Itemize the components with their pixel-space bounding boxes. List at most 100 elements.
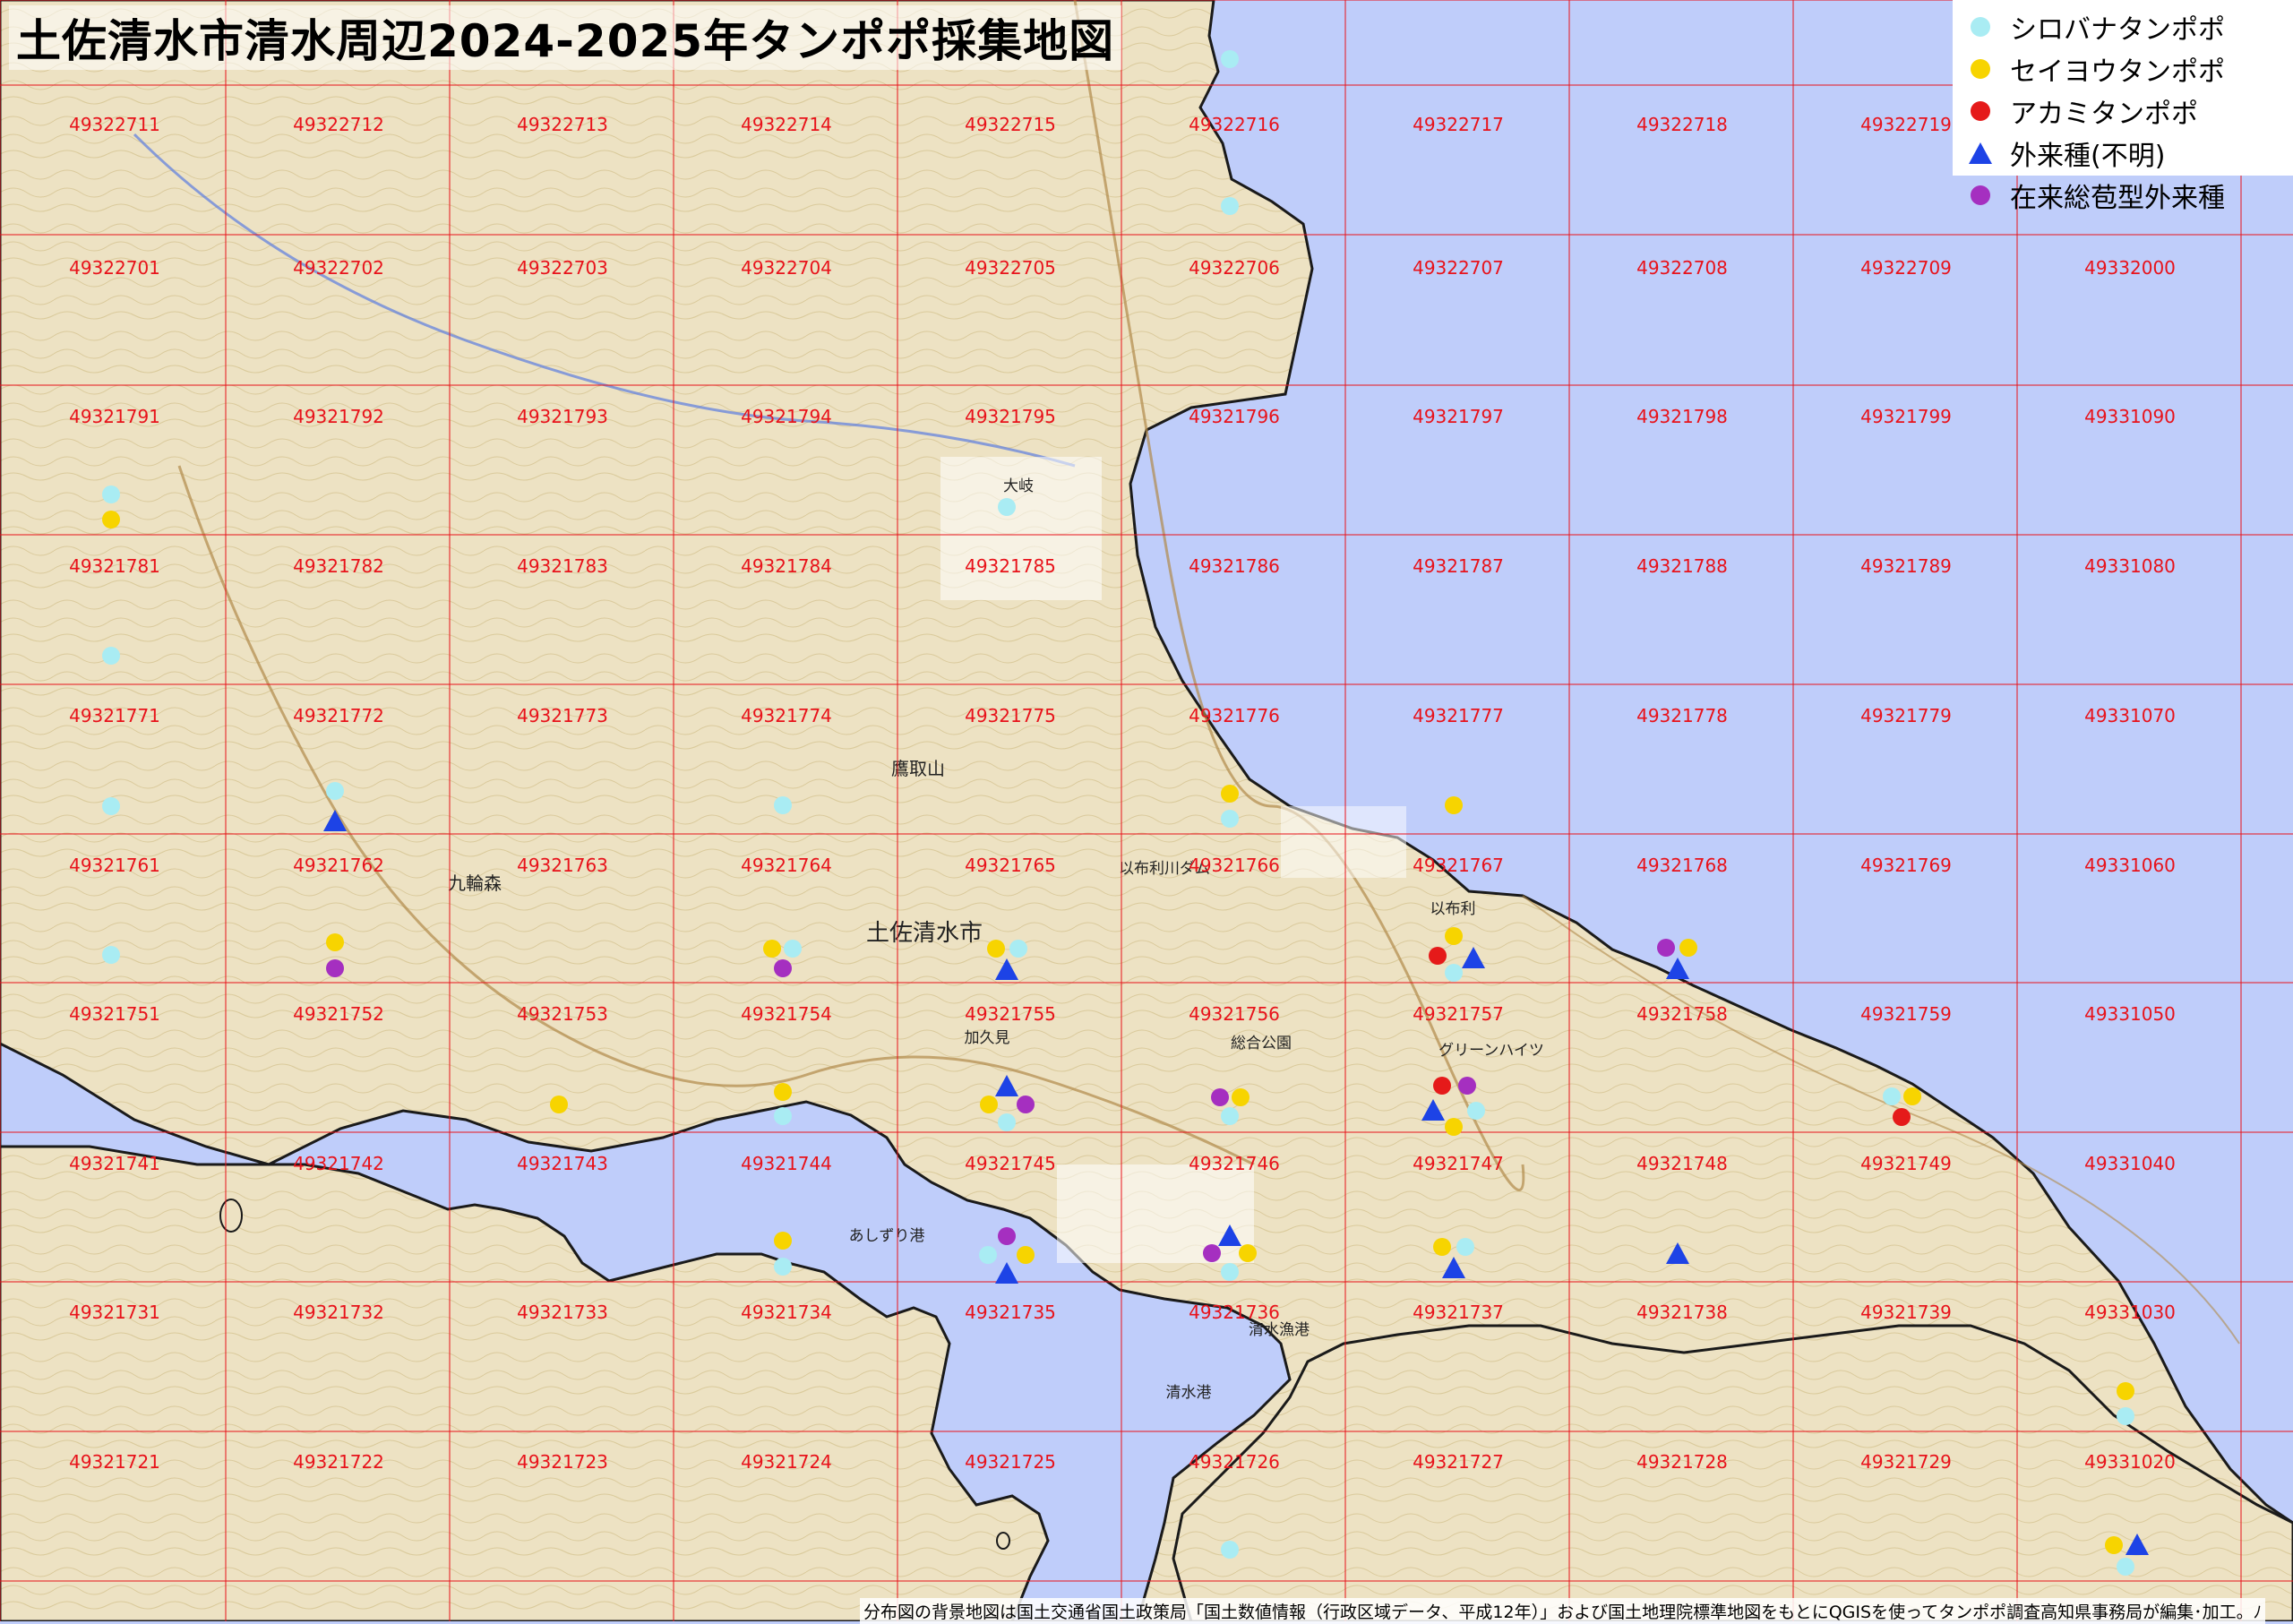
mesh-code-label: 49321777: [1413, 705, 1504, 726]
mesh-code-label: 49322715: [965, 114, 1056, 135]
mesh-code-label: 49321739: [1860, 1302, 1952, 1323]
mesh-code-label: 49321796: [1189, 406, 1280, 427]
marker-akami: [1433, 1077, 1451, 1095]
mesh-code-label: 49321783: [517, 555, 608, 577]
legend-label: アカミタンポポ: [2010, 98, 2198, 130]
mesh-code-label: 49321786: [1189, 555, 1280, 577]
mesh-code-label: 49321757: [1413, 1003, 1504, 1025]
marker-zairai: [998, 1227, 1016, 1245]
mesh-code-label: 49321744: [741, 1153, 832, 1174]
marker-shiro: [326, 782, 344, 800]
map-canvas[interactable]: 土佐清水市 九輪森 鷹取山あしずり港清水港 グリーンハイツ 総合公園 以布利加久見 大岐清水…: [0, 0, 2293, 1621]
marker-shiro: [998, 498, 1016, 516]
marker-zairai: [1203, 1244, 1221, 1262]
mesh-code-label: 49321745: [965, 1153, 1056, 1174]
mesh-code-label: 49322707: [1413, 257, 1504, 279]
circle-icon: [1971, 16, 1990, 37]
mesh-code-label: 49321797: [1413, 406, 1504, 427]
mesh-code-label: 49321755: [965, 1003, 1056, 1025]
mesh-code-label: 49321785: [965, 555, 1056, 577]
marker-seiyo: [1232, 1088, 1250, 1106]
islet: [996, 1532, 1010, 1550]
circle-icon: [1971, 185, 1990, 205]
marker-shiro: [1221, 1263, 1239, 1281]
marker-shiro: [102, 797, 120, 815]
mesh-code-label: 49321792: [293, 406, 384, 427]
mesh-code-label: 49321731: [69, 1302, 160, 1323]
map-credit: 分布図の背景地図は国土交通省国土政策局「国土数値情報（行政区域データ、平成12年…: [860, 1598, 2266, 1624]
urban-area: [1057, 1164, 1254, 1263]
mesh-code-label: 49321721: [69, 1451, 160, 1473]
marker-seiyo: [987, 940, 1005, 958]
map-title: 土佐清水市清水周辺2024-2025年タンポポ採集地図: [9, 5, 1122, 70]
marker-shiro: [1221, 810, 1239, 828]
mesh-code-label: 49321791: [69, 406, 160, 427]
marker-shiro: [1467, 1102, 1485, 1120]
mesh-code-label: 49322712: [293, 114, 384, 135]
mesh-code-label: 49322702: [293, 257, 384, 279]
legend-label: シロバナタンポポ: [2010, 13, 2225, 46]
marker-shiro: [1221, 1107, 1239, 1125]
marker-shiro: [774, 1258, 792, 1276]
mesh-code-label: 49321741: [69, 1153, 160, 1174]
legend: シロバナタンポポ セイヨウタンポポ アカミタンポポ 外来種(不明) 在来総苞型外…: [1953, 0, 2293, 214]
marker-seiyo: [1445, 927, 1463, 945]
mesh-code-label: 49321751: [69, 1003, 160, 1025]
mesh-code-label: 49321771: [69, 705, 160, 726]
place-name: 以布利: [1430, 900, 1476, 918]
mesh-code-label: 49321778: [1636, 705, 1728, 726]
mesh-code-label: 49322717: [1413, 114, 1504, 135]
triangle-icon: [1969, 142, 1992, 164]
mesh-code-label: 49322711: [69, 114, 160, 135]
mesh-code-label: 49321782: [293, 555, 384, 577]
mesh-code-label: 49322719: [1860, 114, 1952, 135]
mesh-code-label: 49321789: [1860, 555, 1952, 577]
mesh-code-label: 49321799: [1860, 406, 1952, 427]
mesh-code-label: 49321763: [517, 855, 608, 876]
mesh-code-label: 49321759: [1860, 1003, 1952, 1025]
mesh-code-label: 49322706: [1189, 257, 1280, 279]
mesh-code-label: 49321775: [965, 705, 1056, 726]
mesh-code-label: 49321737: [1413, 1302, 1504, 1323]
marker-shiro: [1456, 1238, 1474, 1256]
marker-zairai: [1211, 1088, 1229, 1106]
mesh-code-label: 49321742: [293, 1153, 384, 1174]
mesh-code-label: 49321754: [741, 1003, 832, 1025]
mesh-code-label: 49321756: [1189, 1003, 1280, 1025]
marker-zairai: [326, 959, 344, 977]
marker-shiro: [102, 485, 120, 503]
mesh-code-label: 49331060: [2084, 855, 2176, 876]
mesh-code-label: 49321781: [69, 555, 160, 577]
marker-seiyo: [1433, 1238, 1451, 1256]
legend-item-gairai: 外来種(不明): [1967, 132, 2293, 174]
marker-zairai: [1657, 939, 1675, 957]
marker-zairai: [774, 959, 792, 977]
mesh-code-label: 49321736: [1189, 1302, 1280, 1323]
mesh-code-label: 49331030: [2084, 1302, 2176, 1323]
mesh-code-label: 49331020: [2084, 1451, 2176, 1473]
mesh-code-label: 49321764: [741, 855, 832, 876]
place-name: 土佐清水市: [866, 920, 983, 947]
mesh-code-label: 49321752: [293, 1003, 384, 1025]
mesh-code-label: 49321743: [517, 1153, 608, 1174]
mesh-code-label: 49321726: [1189, 1451, 1280, 1473]
mesh-code-label: 49322713: [517, 114, 608, 135]
marker-shiro: [784, 940, 802, 958]
islet: [219, 1199, 243, 1233]
marker-seiyo: [326, 933, 344, 951]
marker-seiyo: [1679, 939, 1697, 957]
mesh-code-label: 49321734: [741, 1302, 832, 1323]
mesh-code-label: 49321784: [741, 555, 832, 577]
marker-shiro: [1445, 964, 1463, 982]
marker-seiyo: [550, 1096, 568, 1113]
mesh-code-label: 49321776: [1189, 705, 1280, 726]
mesh-code-label: 49321738: [1636, 1302, 1728, 1323]
place-name: 九輪森: [448, 872, 502, 894]
marker-seiyo: [1239, 1244, 1257, 1262]
mesh-code-label: 49321788: [1636, 555, 1728, 577]
marker-shiro: [1221, 197, 1239, 215]
mesh-code-label: 49322703: [517, 257, 608, 279]
mesh-code-label: 49331050: [2084, 1003, 2176, 1025]
marker-shiro: [102, 946, 120, 964]
urban-area: [1281, 806, 1406, 878]
